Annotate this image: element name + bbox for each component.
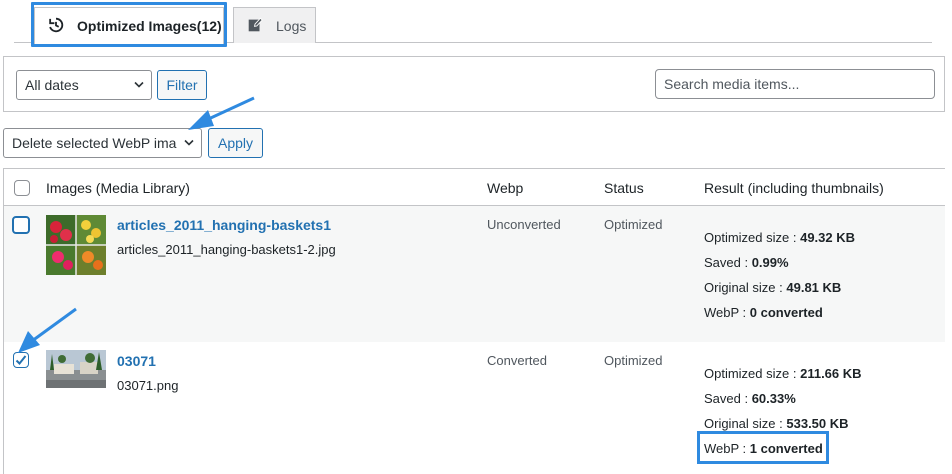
saved-value: 60.33% (751, 391, 796, 406)
table-header: Images (Media Library) Webp Status Resul… (4, 169, 945, 206)
result-details: Optimized size : 49.32 KB Saved : 0.99% … (704, 225, 855, 325)
media-thumbnail[interactable] (46, 215, 106, 275)
highlight-box-tab (31, 2, 227, 47)
webp-status: Converted (487, 353, 547, 368)
result-label-original-size: Original size : (704, 280, 787, 295)
annotation-arrow-icon (188, 96, 255, 130)
optimized-size-value: 211.66 KB (800, 366, 862, 381)
webp-status: Unconverted (487, 217, 561, 232)
original-size-value: 533.50 KB (786, 416, 849, 431)
highlight-box-webp (697, 431, 829, 464)
tab-logs-label: Logs (276, 17, 307, 34)
media-title-link[interactable]: articles_2011_hanging-baskets1 (117, 217, 331, 233)
media-table: Images (Media Library) Webp Status Resul… (3, 168, 945, 474)
result-label-saved: Saved : (704, 255, 752, 270)
bulk-action-select[interactable]: Delete selected WebP images (3, 128, 202, 158)
column-header-images: Images (Media Library) (46, 180, 190, 196)
column-header-webp: Webp (487, 180, 524, 196)
date-filter-select[interactable]: All dates (16, 70, 152, 100)
optimization-status: Optimized (604, 217, 663, 232)
media-filename: 03071.png (117, 378, 179, 393)
search-input[interactable] (655, 69, 935, 99)
result-label-webp: WebP : (704, 305, 750, 320)
result-label-original-size: Original size : (704, 416, 787, 431)
result-label-optimized-size: Optimized size : (704, 230, 801, 245)
original-size-value: 49.81 KB (786, 280, 842, 295)
result-label-optimized-size: Optimized size : (704, 366, 801, 381)
bulk-action-value: Delete selected WebP images (12, 135, 177, 151)
date-filter-value: All dates (25, 77, 79, 93)
column-header-result: Result (including thumbnails) (704, 180, 884, 196)
edit-page-icon (248, 17, 263, 32)
tab-logs[interactable]: Logs (233, 7, 316, 43)
table-row: articles_2011_hanging-baskets1 articles_… (4, 206, 945, 342)
saved-value: 0.99% (751, 255, 789, 270)
webp-count-value: 0 converted (749, 305, 823, 320)
chevron-down-icon (184, 139, 194, 146)
column-header-status: Status (604, 180, 644, 196)
result-label-saved: Saved : (704, 391, 752, 406)
media-title-link[interactable]: 03071 (117, 353, 156, 369)
optimized-size-value: 49.32 KB (800, 230, 856, 245)
filter-bar: All dates Filter (3, 56, 945, 112)
optimization-status: Optimized (604, 353, 663, 368)
media-filename: articles_2011_hanging-baskets1-2.jpg (117, 242, 336, 257)
chevron-down-icon (134, 81, 144, 88)
select-all-checkbox[interactable] (14, 180, 30, 196)
annotation-arrow-icon (18, 307, 77, 353)
row-checkbox[interactable] (12, 216, 30, 234)
